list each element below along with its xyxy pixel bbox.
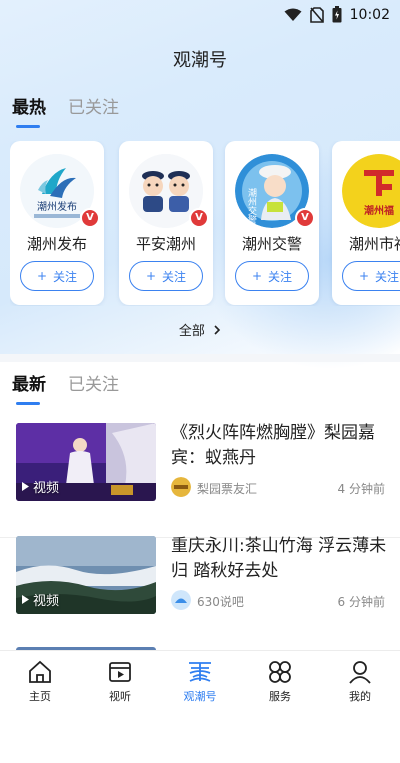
- all-accounts-link[interactable]: 全部: [0, 320, 400, 339]
- plus-icon: +: [36, 269, 48, 283]
- tab-following[interactable]: 已关注: [68, 93, 119, 118]
- nav-service[interactable]: 服务: [240, 651, 320, 711]
- nav-guanchao[interactable]: 观潮号: [160, 651, 240, 711]
- tab-hottest[interactable]: 最热: [12, 93, 46, 118]
- account-logo-text: 潮州发布: [37, 200, 77, 213]
- publish-time: 4 分钟前: [337, 482, 385, 496]
- status-bar: 10:02: [0, 0, 400, 28]
- account-tabs: 最热 已关注: [12, 93, 119, 118]
- account-avatar: 潮州福: [342, 154, 400, 228]
- play-icon: [22, 482, 29, 491]
- follow-button[interactable]: + 关注: [20, 261, 94, 291]
- status-time: 10:02: [349, 6, 390, 23]
- source-name[interactable]: 梨园票友汇: [197, 480, 257, 497]
- nav-service-label: 服务: [269, 689, 291, 703]
- section-divider: [0, 354, 400, 362]
- account-logo-text: 潮州交警: [246, 187, 257, 225]
- tab-latest[interactable]: 最新: [12, 370, 46, 395]
- no-sim-icon: [309, 6, 324, 23]
- news-title: 《烈火阵阵燃胸膛》梨园嘉宾：蚁燕丹: [171, 423, 375, 468]
- nav-profile[interactable]: 我的: [320, 651, 400, 711]
- news-title: 重庆永川:茶山竹海 浮云薄未归 踏秋好去处: [171, 536, 387, 581]
- battery-icon: [332, 6, 342, 23]
- all-accounts-label: 全部: [178, 324, 205, 339]
- source-avatar: [171, 590, 191, 610]
- video-tag-label: 视频: [33, 594, 60, 609]
- plus-icon: +: [145, 269, 157, 283]
- guanchao-icon: [189, 661, 211, 682]
- source-avatar: [171, 477, 191, 497]
- follow-button[interactable]: + 关注: [129, 261, 203, 291]
- follow-button[interactable]: + 关注: [342, 261, 400, 291]
- publish-time: 6 分钟前: [337, 595, 385, 609]
- video-tag: 视频: [22, 477, 59, 496]
- source-name[interactable]: 630说吧: [197, 593, 244, 610]
- account-logo-text: 潮州福: [364, 204, 394, 217]
- follow-button-label: 关注: [268, 269, 293, 284]
- news-thumbnail: 视频: [16, 536, 156, 614]
- follow-button-label: 关注: [375, 269, 400, 284]
- play-icon: [22, 595, 29, 604]
- follow-button[interactable]: + 关注: [235, 261, 309, 291]
- news-item[interactable]: 视频 《烈火阵阵燃胸膛》梨园嘉宾：蚁燕丹 梨园票友汇 4 分钟前: [0, 417, 400, 538]
- nav-video[interactable]: 视听: [80, 651, 160, 711]
- nav-profile-label: 我的: [349, 689, 371, 703]
- verified-badge: V: [295, 208, 315, 228]
- chevron-right-icon: [214, 325, 221, 335]
- home-icon: [29, 660, 51, 683]
- nav-guanchao-label: 观潮号: [183, 689, 217, 703]
- video-tag-label: 视频: [33, 481, 60, 496]
- nav-home-label: 主页: [29, 689, 51, 703]
- follow-button-label: 关注: [53, 269, 78, 284]
- account-carousel[interactable]: 潮州发布 V 潮州发布 + 关注 V 平安潮州 + 关注 潮州交警 V 潮州交警…: [10, 141, 400, 306]
- account-card[interactable]: 潮州福 潮州市福 + 关注: [332, 141, 400, 305]
- account-name: 潮州发布: [26, 235, 87, 253]
- news-meta: 630说吧 6 分钟前: [171, 590, 385, 612]
- video-icon: [109, 661, 131, 682]
- account-card[interactable]: V 平安潮州 + 关注: [119, 141, 213, 305]
- video-tag: 视频: [22, 590, 59, 609]
- profile-icon: [349, 660, 371, 684]
- page-title: 观潮号: [173, 50, 227, 71]
- bottom-navigation: 主页 视听 观潮号 服务 我的: [0, 650, 400, 711]
- follow-button-label: 关注: [162, 269, 187, 284]
- account-card[interactable]: 潮州交警 V 潮州交警 + 关注: [225, 141, 319, 305]
- account-name: 潮州交警: [241, 235, 302, 253]
- news-tabs: 最新 已关注: [12, 370, 119, 395]
- news-item[interactable]: 视频 重庆永川:茶山竹海 浮云薄未归 踏秋好去处 630说吧 6 分钟前: [0, 530, 400, 651]
- account-name: 平安潮州: [135, 235, 196, 253]
- verified-badge: V: [189, 208, 209, 228]
- news-meta: 梨园票友汇 4 分钟前: [171, 477, 385, 499]
- active-news-tab-indicator: [16, 402, 40, 405]
- service-icon: [269, 660, 291, 683]
- news-thumbnail: 视频: [16, 423, 156, 501]
- wifi-icon: [284, 8, 302, 21]
- account-card[interactable]: 潮州发布 V 潮州发布 + 关注: [10, 141, 104, 305]
- active-tab-indicator: [16, 125, 40, 128]
- nav-home[interactable]: 主页: [0, 651, 80, 711]
- tab-news-following[interactable]: 已关注: [68, 370, 119, 395]
- account-name: 潮州市福: [348, 235, 400, 253]
- plus-icon: +: [251, 269, 263, 283]
- nav-video-label: 视听: [109, 689, 131, 703]
- plus-icon: +: [358, 269, 370, 283]
- verified-badge: V: [80, 208, 100, 228]
